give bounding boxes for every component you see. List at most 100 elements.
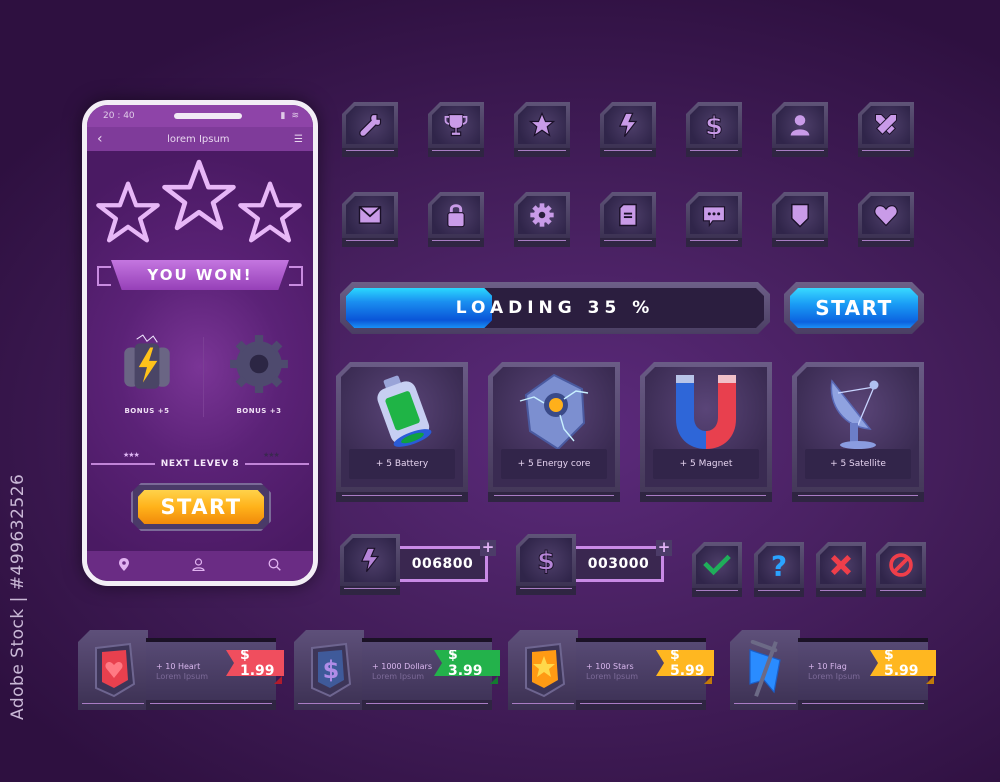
item-caption: + 5 Satellite bbox=[805, 449, 911, 479]
nav-title: lorem Ipsum bbox=[167, 133, 230, 145]
user-button[interactable] bbox=[772, 102, 828, 157]
bonus-item: BONUS +5 bbox=[97, 333, 197, 415]
wrench-button[interactable] bbox=[342, 102, 398, 157]
gear-icon bbox=[230, 335, 288, 393]
store-item-title: + 10 Heart bbox=[156, 662, 201, 671]
trophy-button[interactable] bbox=[428, 102, 484, 157]
item-caption: + 5 Energy core bbox=[501, 449, 607, 479]
star-icon bbox=[162, 159, 236, 231]
store-item-title: + 100 Stars bbox=[586, 662, 634, 671]
document-button[interactable] bbox=[600, 192, 656, 247]
mail-button[interactable] bbox=[342, 192, 398, 247]
battery-pack-icon bbox=[124, 334, 170, 389]
item-caption: + 5 Magnet bbox=[653, 449, 759, 479]
confirm-button[interactable] bbox=[692, 542, 742, 597]
shield-icon bbox=[791, 203, 809, 228]
add-coins-button[interactable]: + bbox=[656, 540, 672, 556]
phone-notch bbox=[173, 113, 242, 119]
trophy-icon bbox=[444, 113, 468, 137]
result-stars bbox=[87, 151, 313, 261]
star-icon bbox=[528, 111, 556, 137]
svg-text:$: $ bbox=[705, 111, 723, 139]
bonus-item: BONUS +3 bbox=[209, 333, 309, 415]
store-item-subtitle: Lorem Ipsum bbox=[372, 672, 425, 681]
phone-mockup: 20 : 40 ▮ ≋ ‹ lorem Ipsum ☰ YOU WON! BON… bbox=[82, 100, 318, 586]
watermark-text: Adobe Stock | #499632526 bbox=[8, 473, 28, 720]
settings-button[interactable] bbox=[514, 192, 570, 247]
energy-value: 006800 bbox=[400, 546, 488, 582]
menu-icon[interactable]: ☰ bbox=[294, 134, 303, 145]
dollar-icon: $ bbox=[537, 546, 556, 574]
signal-icon: ▮ bbox=[280, 111, 286, 121]
mini-stars-locked: ★★★ bbox=[263, 451, 280, 459]
lightning-button[interactable] bbox=[600, 102, 656, 157]
mail-icon bbox=[358, 206, 382, 224]
status-time: 20 : 40 bbox=[103, 111, 135, 121]
dollar-icon: $ bbox=[705, 111, 724, 139]
heart-gem-icon bbox=[95, 642, 136, 698]
store-item-title: + 10 Flag bbox=[808, 662, 847, 671]
price-tag[interactable]: $ 3.99 bbox=[434, 650, 500, 676]
price-tag[interactable]: $ 5.99 bbox=[870, 650, 936, 676]
heart-button[interactable] bbox=[858, 192, 914, 247]
satellite-icon bbox=[830, 379, 879, 449]
svg-text:$: $ bbox=[323, 656, 340, 684]
item-card-battery[interactable]: + 5 Battery bbox=[336, 362, 468, 502]
lock-button[interactable] bbox=[428, 192, 484, 247]
star-gem-icon bbox=[525, 642, 566, 698]
chat-button[interactable] bbox=[686, 192, 742, 247]
cancel-button[interactable] bbox=[816, 542, 866, 597]
store-item-dollars[interactable]: $ + 1000 Dollars Lorem Ipsum $ 3.99 bbox=[294, 630, 500, 714]
banner-bracket-right bbox=[289, 266, 303, 286]
heart-icon bbox=[874, 205, 898, 227]
battle-button[interactable] bbox=[858, 102, 914, 157]
item-card-energy-core[interactable]: + 5 Energy core bbox=[488, 362, 620, 502]
settings-gear-icon bbox=[530, 203, 554, 227]
svg-text:$: $ bbox=[537, 546, 555, 574]
store-item-stars[interactable]: + 100 Stars Lorem Ipsum $ 5.99 bbox=[508, 630, 714, 714]
chevron-left-icon[interactable]: ‹ bbox=[97, 131, 103, 147]
store-item-subtitle: Lorem Ipsum bbox=[808, 672, 861, 681]
you-won-banner: YOU WON! bbox=[111, 260, 289, 290]
dollar-gem-icon: $ bbox=[311, 642, 352, 698]
price-tag[interactable]: $ 1.99 bbox=[226, 650, 284, 676]
lightning-icon bbox=[618, 112, 638, 138]
nav-bar: ‹ lorem Ipsum ☰ bbox=[87, 127, 313, 151]
user-icon bbox=[790, 115, 810, 136]
start-button-label: START bbox=[138, 490, 264, 524]
store-item-subtitle: Lorem Ipsum bbox=[586, 672, 639, 681]
item-card-satellite[interactable]: + 5 Satellite bbox=[792, 362, 924, 502]
check-icon bbox=[703, 554, 731, 576]
user-icon[interactable] bbox=[192, 558, 205, 574]
banner-bracket-left bbox=[97, 266, 111, 286]
store-item-flag[interactable]: + 10 Flag Lorem Ipsum $ 5.99 bbox=[730, 630, 936, 714]
star-icon bbox=[96, 181, 160, 243]
loading-bar: LOADING 35 % bbox=[340, 282, 770, 334]
item-card-magnet[interactable]: + 5 Magnet bbox=[640, 362, 772, 502]
star-button[interactable] bbox=[514, 102, 570, 157]
dollar-button[interactable]: $ bbox=[686, 102, 742, 157]
shield-button[interactable] bbox=[772, 192, 828, 247]
location-pin-icon[interactable] bbox=[118, 558, 129, 574]
wifi-icon: ≋ bbox=[291, 111, 299, 121]
add-energy-button[interactable]: + bbox=[480, 540, 496, 556]
magnet-icon bbox=[676, 375, 736, 449]
loading-label: LOADING 35 % bbox=[455, 298, 655, 318]
loading-track: LOADING 35 % bbox=[346, 288, 764, 328]
start-button-blue[interactable]: START bbox=[784, 282, 924, 334]
start-button[interactable]: START bbox=[131, 483, 271, 531]
next-level-divider: NEXT LEVEV 8 bbox=[91, 459, 310, 469]
document-icon bbox=[619, 203, 637, 227]
search-icon[interactable] bbox=[268, 558, 282, 574]
price-tag[interactable]: $ 5.99 bbox=[656, 650, 714, 676]
block-button[interactable] bbox=[876, 542, 926, 597]
lightning-icon bbox=[360, 547, 380, 573]
energy-core-icon bbox=[519, 373, 589, 451]
help-button[interactable]: ? bbox=[754, 542, 804, 597]
divider bbox=[203, 337, 204, 417]
crossed-swords-icon bbox=[875, 114, 897, 135]
store-item-title: + 1000 Dollars bbox=[372, 662, 433, 671]
status-bar: 20 : 40 ▮ ≋ bbox=[87, 105, 313, 127]
store-item-heart[interactable]: + 10 Heart Lorem Ipsum $ 1.99 bbox=[78, 630, 284, 714]
item-caption: + 5 Battery bbox=[349, 449, 455, 479]
